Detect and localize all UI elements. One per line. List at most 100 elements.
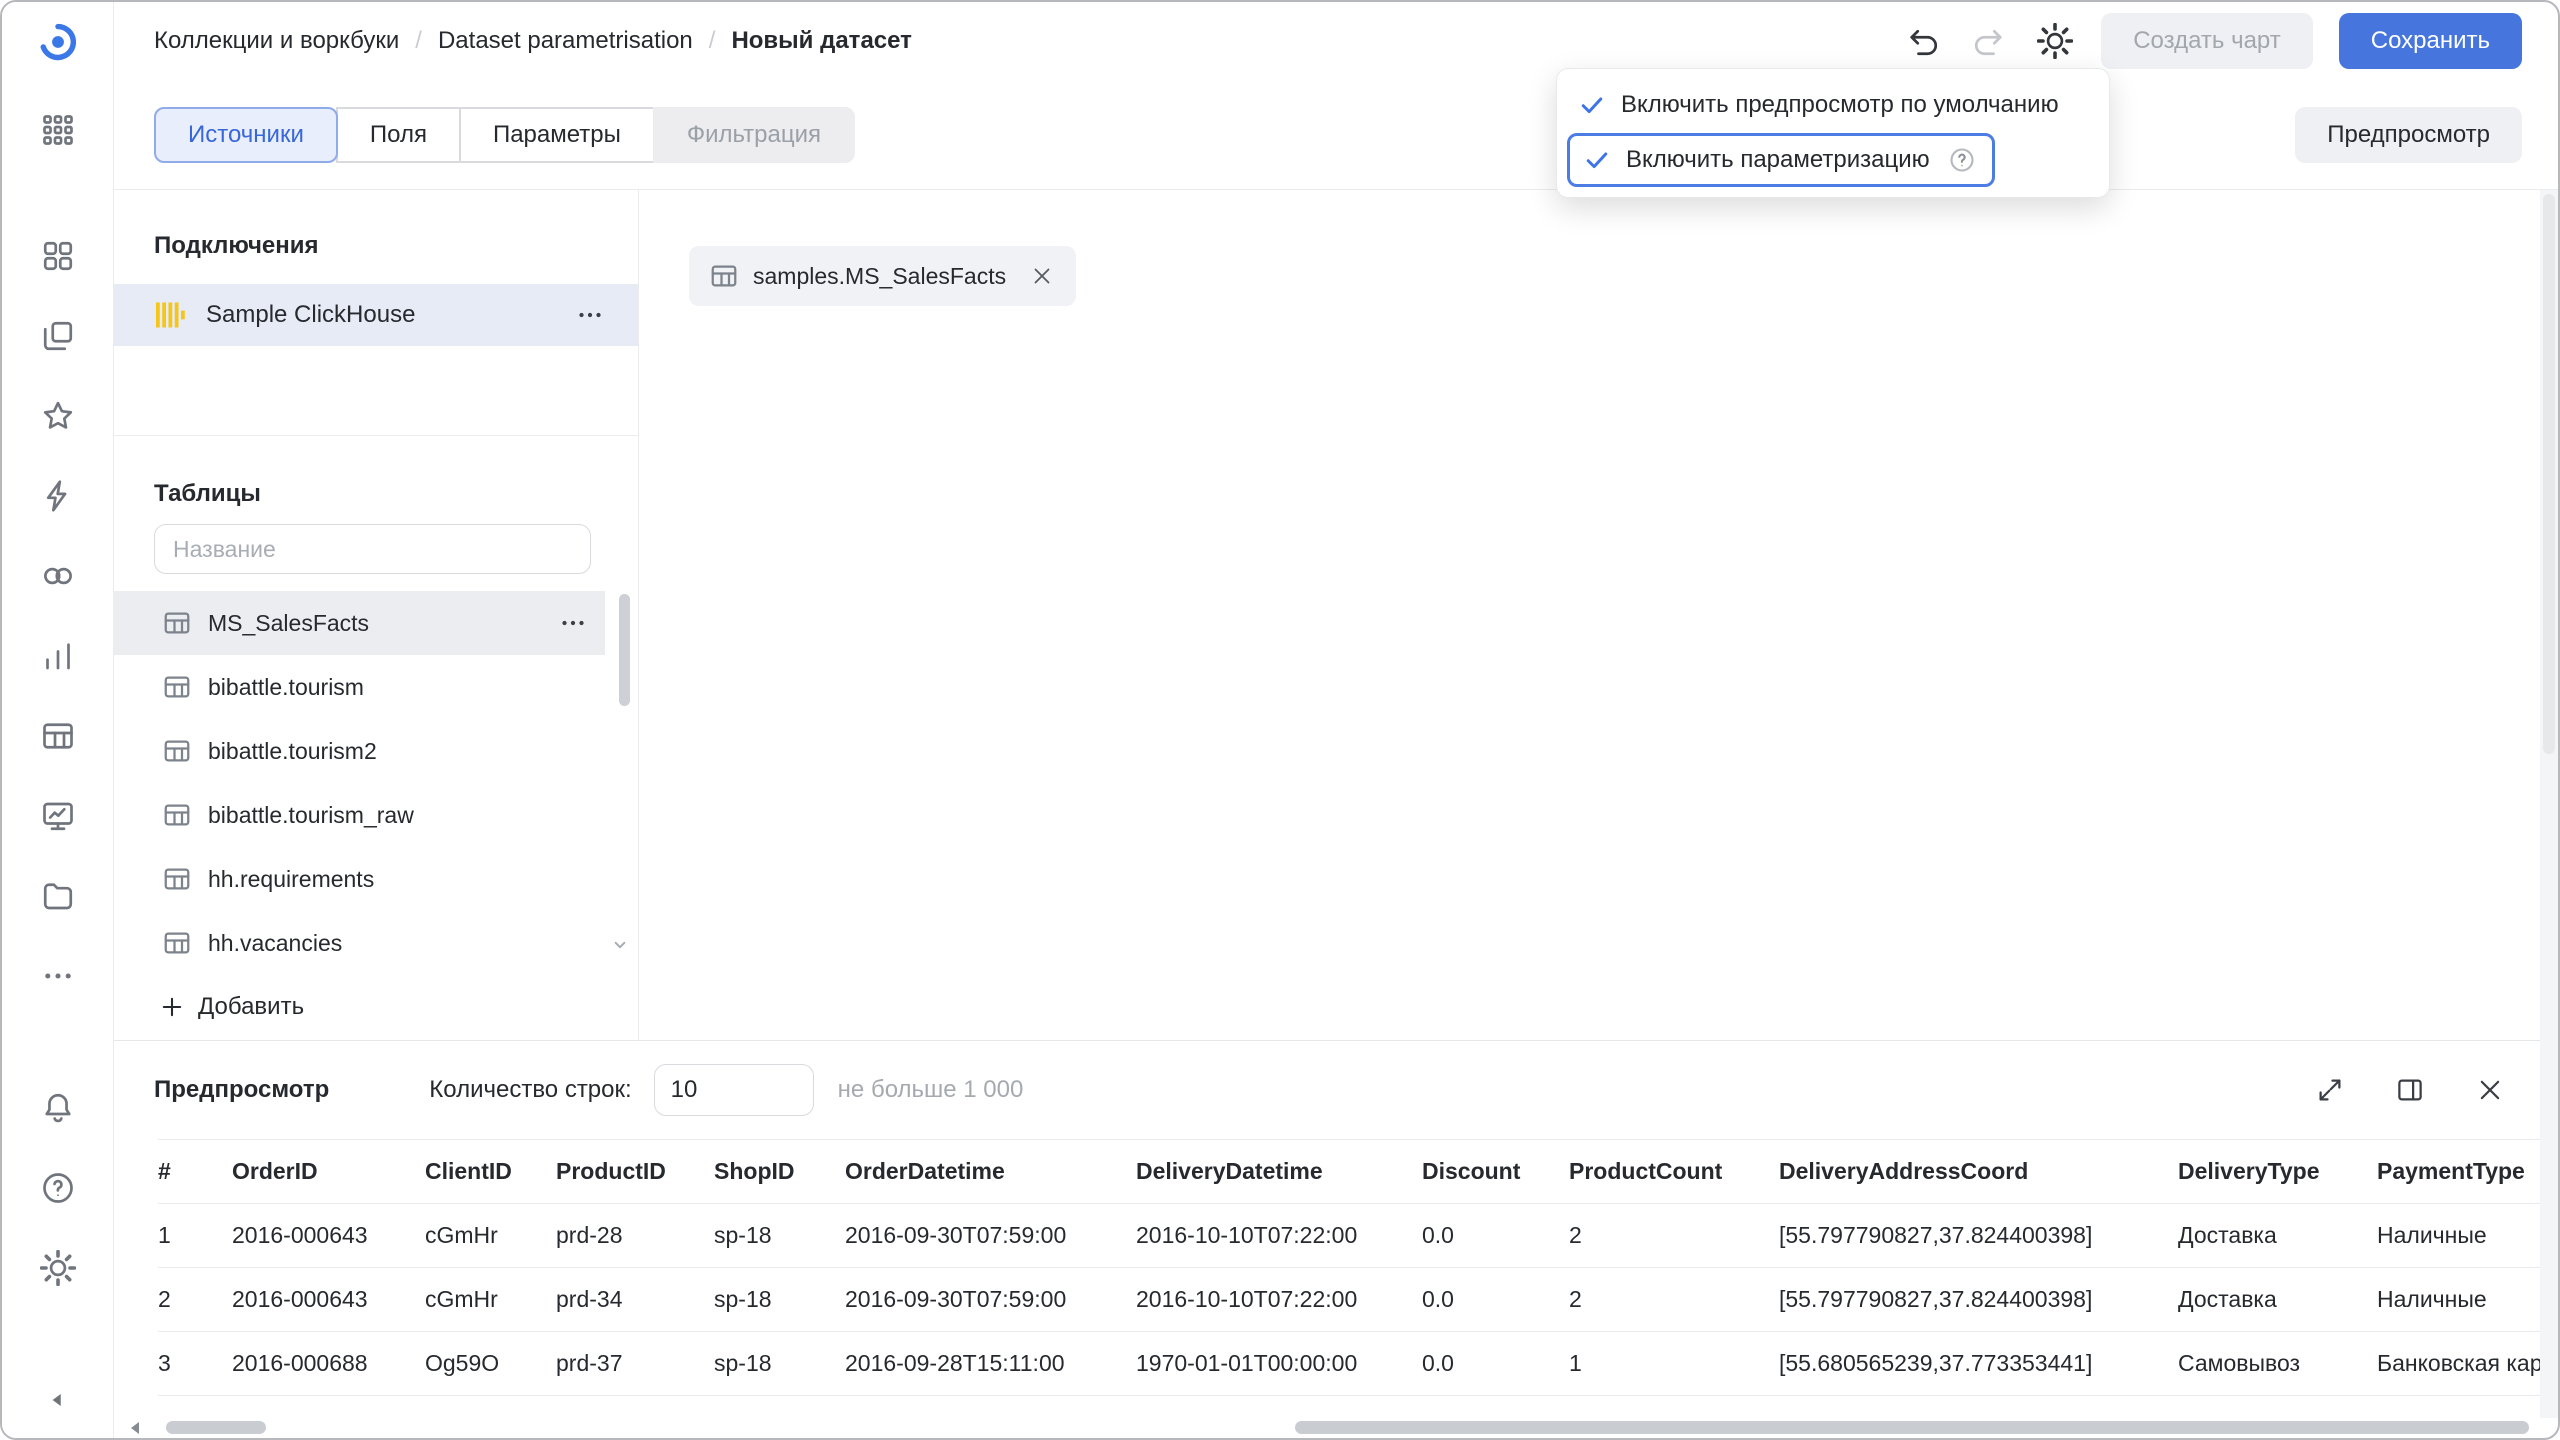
table-item-label: bibattle.tourism2 [208, 738, 377, 765]
tab-filtering[interactable]: Фильтрация [653, 107, 855, 163]
rail-item-datasets[interactable] [38, 716, 78, 756]
add-table-button[interactable]: Добавить [148, 985, 314, 1029]
dataset-tabs: Источники Поля Параметры Фильтрация [154, 107, 855, 163]
table-icon [162, 736, 192, 766]
preview-table-cell: 2016-000688 [232, 1332, 425, 1396]
settings-button[interactable] [38, 1248, 78, 1288]
help-button[interactable] [38, 1168, 78, 1208]
preview-table-cell: prd-37 [556, 1332, 714, 1396]
redo-button[interactable] [1969, 21, 2009, 61]
preview-table-cell: prd-28 [556, 1204, 714, 1268]
rail-item-layers[interactable] [38, 316, 78, 356]
table-item-menu-button[interactable] [555, 605, 591, 641]
preview-table-cell: cGmHr [425, 1268, 556, 1332]
connection-item[interactable]: Sample ClickHouse [114, 284, 638, 346]
connection-menu-button[interactable] [572, 297, 608, 333]
save-button[interactable]: Сохранить [2339, 13, 2522, 69]
parametrisation-help-icon[interactable] [1948, 146, 1976, 174]
collapse-arrow-icon [45, 1387, 71, 1413]
vertical-scrollbar-thumb[interactable] [2543, 194, 2555, 754]
collapse-sidebar-button[interactable] [38, 1380, 78, 1420]
preview-column-header: OrderID [232, 1140, 425, 1204]
menu-item-preview-default[interactable]: Включить предпросмотр по умолчанию [1557, 77, 2109, 133]
rail-nav [38, 236, 78, 996]
app-window: Коллекции и воркбуки / Dataset parametri… [0, 0, 2560, 1440]
undo-button[interactable] [1903, 21, 1943, 61]
preview-actions [2310, 1070, 2510, 1110]
vertical-scrollbar [2540, 190, 2558, 1418]
rail-item-charts[interactable] [38, 636, 78, 676]
main-area: Коллекции и воркбуки / Dataset parametri… [114, 2, 2558, 1438]
breadcrumb-separator: / [415, 27, 422, 55]
preview-table-cell: 3 [158, 1332, 232, 1396]
close-icon [2475, 1075, 2505, 1105]
apps-grid-icon[interactable] [38, 110, 78, 150]
preview-table-cell: 2016-000643 [232, 1204, 425, 1268]
check-icon [1577, 90, 1607, 120]
preview-header: Предпросмотр Количество строк: не больше… [114, 1041, 2558, 1139]
preview-table-cell: [55.797790827,37.824400398] [1779, 1268, 2178, 1332]
source-table-chip[interactable]: samples.MS_SalesFacts [689, 246, 1076, 306]
chevron-down-icon [607, 932, 633, 958]
tab-fields[interactable]: Поля [336, 107, 461, 163]
close-preview-button[interactable] [2470, 1070, 2510, 1110]
rail-item-squares[interactable] [38, 236, 78, 276]
breadcrumb-workbook[interactable]: Dataset parametrisation [438, 27, 693, 55]
preview-toggle-button[interactable]: Предпросмотр [2295, 107, 2522, 163]
rail-item-dashboards[interactable] [38, 796, 78, 836]
breadcrumb-collections[interactable]: Коллекции и воркбуки [154, 27, 399, 55]
expand-preview-button[interactable] [2310, 1070, 2350, 1110]
preview-table-cell: 1 [158, 1204, 232, 1268]
table-list-item[interactable]: hh.vacancies [114, 911, 605, 975]
preview-scrollbar-thumb[interactable] [1295, 1421, 2529, 1434]
table-list-item[interactable]: hh.requirements [114, 847, 605, 911]
preview-column-header: ShopID [714, 1140, 845, 1204]
preview-table-cell: prd-34 [556, 1268, 714, 1332]
table-icon [162, 672, 192, 702]
preview-table-cell: sp-18 [714, 1332, 845, 1396]
preview-table-cell: 1 [1569, 1332, 1779, 1396]
rail-item-storage[interactable] [38, 876, 78, 916]
rail-item-favorites[interactable] [38, 396, 78, 436]
connection-name: Sample ClickHouse [206, 301, 415, 329]
rail-bottom [38, 1088, 78, 1288]
bell-icon [40, 1090, 76, 1126]
preview-column-header: DeliveryType [2178, 1140, 2377, 1204]
preview-title: Предпросмотр [154, 1076, 329, 1104]
remove-source-button[interactable] [1028, 262, 1056, 290]
table-search-input[interactable] [154, 524, 591, 574]
preview-column-header: DeliveryAddressCoord [1779, 1140, 2178, 1204]
table-list-item[interactable]: bibattle.tourism [114, 655, 605, 719]
layers-icon [40, 318, 76, 354]
tab-sources[interactable]: Источники [154, 107, 338, 163]
panel-scrollbar-thumb[interactable] [166, 1421, 266, 1434]
preview-table-cell: Наличные [2377, 1204, 2558, 1268]
menu-item-parametrisation[interactable]: Включить параметризацию [1567, 133, 1995, 187]
tables-scrollbar-thumb[interactable] [619, 594, 630, 706]
dataset-settings-button[interactable] [2035, 21, 2075, 61]
row-count-input[interactable] [654, 1064, 814, 1116]
menu-item-label: Включить предпросмотр по умолчанию [1621, 91, 2059, 119]
create-chart-button[interactable]: Создать чарт [2101, 13, 2313, 69]
table-list-item[interactable]: bibattle.tourism2 [114, 719, 605, 783]
star-icon [40, 398, 76, 434]
rail-item-circles[interactable] [38, 556, 78, 596]
table-list-item[interactable]: MS_SalesFacts [114, 591, 605, 655]
table-list-item[interactable]: bibattle.tourism_raw [114, 783, 605, 847]
tab-parameters[interactable]: Параметры [459, 107, 655, 163]
scroll-left-arrow[interactable] [128, 1420, 142, 1439]
menu-item-label: Включить параметризацию [1626, 146, 1930, 174]
gear-icon [2037, 23, 2073, 59]
table-icon [162, 608, 192, 638]
preview-table-cell: 1970-01-01T00:00:00 [1136, 1332, 1422, 1396]
rail-item-more[interactable] [38, 956, 78, 996]
datalens-logo-icon[interactable] [38, 22, 78, 62]
preview-table-row: 32016-000688Og59Oprd-37sp-182016-09-28T1… [158, 1332, 2558, 1396]
dock-preview-button[interactable] [2390, 1070, 2430, 1110]
scroll-down-chevron[interactable] [607, 932, 633, 961]
row-count-hint: не больше 1 000 [838, 1076, 1024, 1104]
table-item-label: bibattle.tourism_raw [208, 802, 414, 829]
preview-column-header: # [158, 1140, 232, 1204]
rail-item-connections[interactable] [38, 476, 78, 516]
notifications-button[interactable] [38, 1088, 78, 1128]
